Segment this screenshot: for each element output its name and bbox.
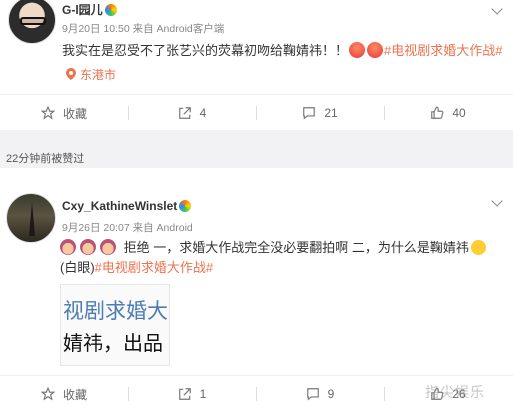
- thumbs-up-icon: [431, 106, 444, 119]
- watermark: 指尖娱乐: [425, 384, 485, 400]
- avatar[interactable]: [8, 0, 56, 44]
- vip-badge-icon: [104, 4, 117, 16]
- post-text-line-2: (白眼)#电视剧求婚大作战#: [60, 260, 214, 275]
- angry-face-emoji-icon: [367, 42, 384, 58]
- share-icon: [178, 107, 191, 119]
- hashtag-link[interactable]: #电视剧求婚大作战#: [384, 43, 502, 58]
- username[interactable]: Cxy_KathineWinslet: [62, 199, 192, 213]
- comment-button[interactable]: 9: [256, 376, 384, 412]
- repost-button[interactable]: 4: [128, 95, 256, 131]
- hashtag-link[interactable]: #电视剧求婚大作战#: [95, 260, 213, 275]
- no-gesture-girl-emoji-icon: [60, 239, 76, 255]
- thumbnail-text-line-1: 视剧求婚大: [63, 300, 168, 323]
- sideways-look-emoji-icon: [470, 240, 486, 255]
- comment-icon: [306, 388, 319, 401]
- like-button[interactable]: 40: [384, 95, 512, 131]
- action-bar: 收藏 4 21 40: [0, 94, 513, 130]
- post-meta: 9月26日 20:07 来自 Android: [62, 222, 193, 234]
- no-gesture-girl-emoji-icon: [100, 239, 116, 255]
- location-pin-icon: [66, 68, 76, 80]
- weibo-post-1: G-l园儿 9月20日 10:50 来自 Android客户端 我实在是忍受不了…: [0, 0, 513, 130]
- avatar[interactable]: [6, 193, 56, 243]
- post-text: 我实在是忍受不了张艺兴的荧幕初吻给鞠婧祎！！ #电视剧求婚大作战#: [62, 42, 503, 58]
- post-meta: 9月20日 10:50 来自 Android客户端: [62, 23, 225, 35]
- vip-badge-icon: [179, 200, 192, 212]
- star-icon: [40, 106, 55, 120]
- star-icon: [40, 387, 55, 401]
- repost-button[interactable]: 1: [128, 376, 256, 412]
- chevron-down-icon[interactable]: [491, 3, 503, 15]
- username[interactable]: G-l园儿: [62, 1, 117, 18]
- comment-icon: [303, 107, 316, 120]
- favorite-button[interactable]: 收藏: [0, 95, 128, 131]
- angry-face-emoji-icon: [349, 42, 366, 58]
- post-text-line-1: 拒绝 一，求婚大作战完全没必要翻拍啊 二，为什么是鞠婧祎: [60, 238, 486, 258]
- no-gesture-girl-emoji-icon: [80, 239, 96, 255]
- thumbnail-text-line-2: 婧祎，出品: [63, 333, 163, 355]
- share-icon: [178, 388, 191, 400]
- liked-notice: 22分钟前被赞过: [6, 153, 85, 165]
- location-tag[interactable]: 东港市: [66, 66, 116, 83]
- favorite-button[interactable]: 收藏: [0, 376, 128, 412]
- comment-button[interactable]: 21: [256, 95, 384, 131]
- image-thumbnail[interactable]: 视剧求婚大 婧祎，出品: [60, 284, 170, 366]
